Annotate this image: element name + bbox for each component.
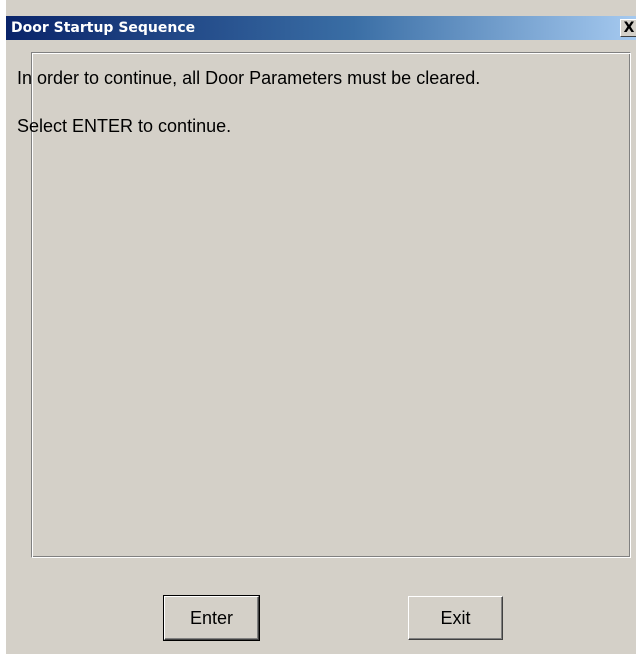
message-line-clear-params: In order to continue, all Door Parameter…: [17, 68, 481, 88]
title-bar[interactable]: Door Startup Sequence X: [6, 16, 636, 40]
close-icon[interactable]: X: [620, 19, 636, 37]
enter-button[interactable]: Enter: [163, 595, 260, 641]
dialog-window: Door Startup Sequence X In order to cont…: [5, 0, 636, 654]
message-text: In order to continue, all Door Parameter…: [17, 66, 557, 162]
message-line-select-enter: Select ENTER to continue.: [17, 116, 232, 136]
exit-button[interactable]: Exit: [408, 596, 503, 640]
window-title: Door Startup Sequence: [11, 20, 196, 36]
